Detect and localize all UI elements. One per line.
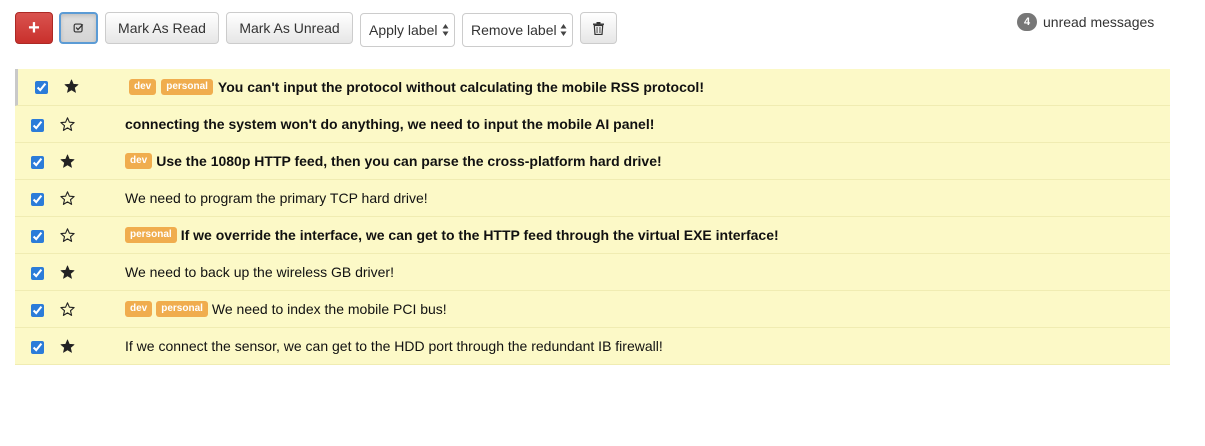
message-content[interactable]: We need to program the primary TCP hard … — [125, 180, 428, 216]
message-row[interactable]: personal If we override the interface, we… — [15, 217, 1170, 254]
apply-label-value: Apply label — [369, 22, 438, 38]
select-checkbox[interactable] — [35, 81, 48, 94]
select-checkbox[interactable] — [31, 119, 44, 132]
message-row[interactable]: If we connect the sensor, we can get to … — [15, 328, 1170, 365]
message-subject[interactable]: You can't input the protocol without cal… — [218, 79, 704, 95]
trash-icon — [593, 21, 604, 35]
plus-icon: + — [28, 16, 40, 39]
select-arrows-icon — [560, 24, 567, 36]
apply-label-select[interactable]: Apply label — [360, 13, 455, 47]
star-filled-icon[interactable] — [60, 339, 75, 354]
select-checkbox[interactable] — [31, 230, 44, 243]
mark-as-unread-button[interactable]: Mark As Unread — [226, 12, 353, 44]
label-badge-personal: personal — [156, 301, 208, 317]
message-content[interactable]: We need to back up the wireless GB drive… — [125, 254, 394, 290]
message-row[interactable]: dev personal We need to index the mobile P… — [15, 291, 1170, 328]
remove-label-value: Remove label — [471, 22, 557, 38]
select-checkbox[interactable] — [31, 304, 44, 317]
select-all-button[interactable] — [59, 12, 98, 44]
compose-button[interactable]: + — [15, 12, 53, 44]
star-empty-icon[interactable] — [60, 302, 75, 317]
toolbar: + Mark As Read Mark As Unread Apply labe… — [0, 0, 1205, 60]
unread-text: unread messages — [1043, 14, 1155, 30]
message-content[interactable]: connecting the system won't do anything,… — [125, 106, 654, 142]
label-badge-dev: dev — [125, 153, 153, 169]
delete-button[interactable] — [580, 12, 617, 44]
message-row[interactable]: dev personal You can't input the protocol … — [15, 69, 1170, 106]
select-checkbox[interactable] — [31, 193, 44, 206]
message-content[interactable]: dev Use the 1080p HTTP feed, then you can… — [125, 143, 662, 179]
select-checkbox[interactable] — [31, 341, 44, 354]
message-row[interactable]: We need to program the primary TCP hard … — [15, 180, 1170, 217]
star-empty-icon[interactable] — [60, 228, 75, 243]
message-row[interactable]: We need to back up the wireless GB drive… — [15, 254, 1170, 291]
message-content[interactable]: dev personal You can't input the protocol … — [129, 69, 704, 105]
message-content[interactable]: dev personal We need to index the mobile P… — [125, 291, 447, 327]
select-checkbox[interactable] — [31, 156, 44, 169]
label-badge-dev: dev — [129, 79, 157, 95]
unread-counter: 4 unread messages — [1017, 12, 1154, 32]
label-badge-personal: personal — [125, 227, 177, 243]
message-content[interactable]: personal If we override the interface, we… — [125, 217, 779, 253]
message-row[interactable]: connecting the system won't do anything,… — [15, 106, 1170, 143]
label-badge-dev: dev — [125, 301, 153, 317]
star-empty-icon[interactable] — [60, 117, 75, 132]
message-content[interactable]: If we connect the sensor, we can get to … — [125, 328, 663, 364]
message-subject[interactable]: We need to program the primary TCP hard … — [125, 190, 428, 206]
message-list: dev personal You can't input the protocol … — [15, 69, 1170, 365]
message-subject[interactable]: connecting the system won't do anything,… — [125, 116, 654, 132]
select-arrows-icon — [442, 24, 449, 36]
message-subject[interactable]: Use the 1080p HTTP feed, then you can pa… — [156, 153, 661, 169]
label-badge-personal: personal — [161, 79, 213, 95]
star-filled-icon[interactable] — [60, 154, 75, 169]
message-row[interactable]: dev Use the 1080p HTTP feed, then you can… — [15, 143, 1170, 180]
check-square-icon — [73, 23, 84, 33]
message-subject[interactable]: We need to index the mobile PCI bus! — [212, 301, 447, 317]
message-subject[interactable]: If we override the interface, we can get… — [181, 227, 779, 243]
unread-count-badge: 4 — [1017, 13, 1037, 31]
message-subject[interactable]: We need to back up the wireless GB drive… — [125, 264, 394, 280]
star-filled-icon[interactable] — [64, 79, 79, 94]
remove-label-select[interactable]: Remove label — [462, 13, 573, 47]
select-checkbox[interactable] — [31, 267, 44, 280]
star-filled-icon[interactable] — [60, 265, 75, 280]
message-subject[interactable]: If we connect the sensor, we can get to … — [125, 338, 663, 354]
mark-as-read-button[interactable]: Mark As Read — [105, 12, 219, 44]
star-empty-icon[interactable] — [60, 191, 75, 206]
